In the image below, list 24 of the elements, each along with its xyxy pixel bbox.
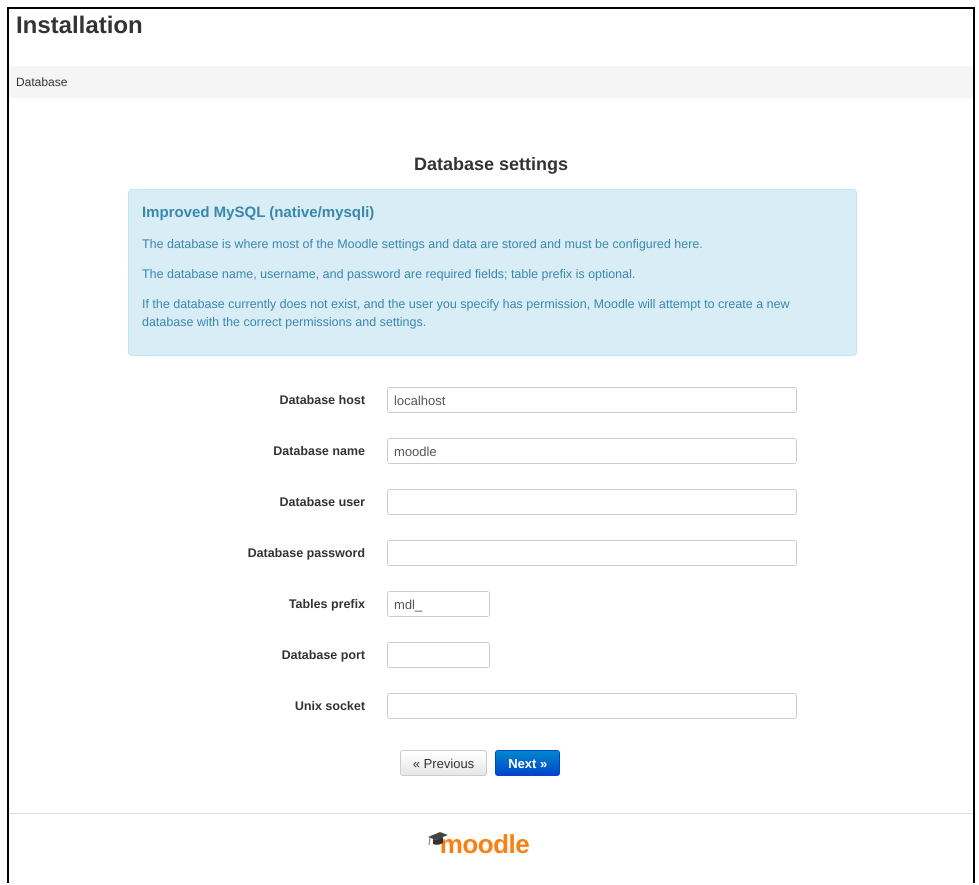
input-field[interactable]: mdl_ [387, 591, 490, 617]
info-paragraph: If the database currently does not exist, and the user you specify has permission, Moodle will attempt to create a new database with the correct permissions and settings. [142, 296, 791, 331]
moodle-logo: moodle [440, 830, 530, 858]
input-field[interactable]: moodle [387, 438, 797, 464]
previous-button[interactable]: « Previous [400, 750, 488, 776]
input-field[interactable] [387, 693, 797, 719]
field-label: Database host [278, 393, 366, 407]
input-field[interactable] [387, 540, 797, 566]
field-label: Tables prefix [288, 597, 366, 611]
input-field[interactable] [387, 489, 797, 515]
field-label: Database name [272, 444, 366, 458]
field-label: Database password [246, 546, 366, 560]
field-label: Database user [278, 495, 366, 509]
next-button[interactable]: Next » [495, 750, 560, 776]
info-title: Improved MySQL (native/mysqli) [142, 204, 376, 221]
info-paragraph: The database is where most of the Moodle settings and data are stored and must be configured here. [142, 236, 704, 253]
input-field[interactable]: localhost [387, 387, 797, 413]
info-paragraph: The database name, username, and password are required fields; table prefix is optional. [142, 266, 636, 283]
input-field[interactable] [387, 642, 490, 668]
section-heading: Database settings [412, 153, 570, 175]
field-label: Unix socket [294, 699, 366, 713]
page-title: Installation [15, 11, 144, 41]
field-label: Database port [280, 648, 366, 662]
breadcrumb-item: Database [16, 75, 68, 89]
